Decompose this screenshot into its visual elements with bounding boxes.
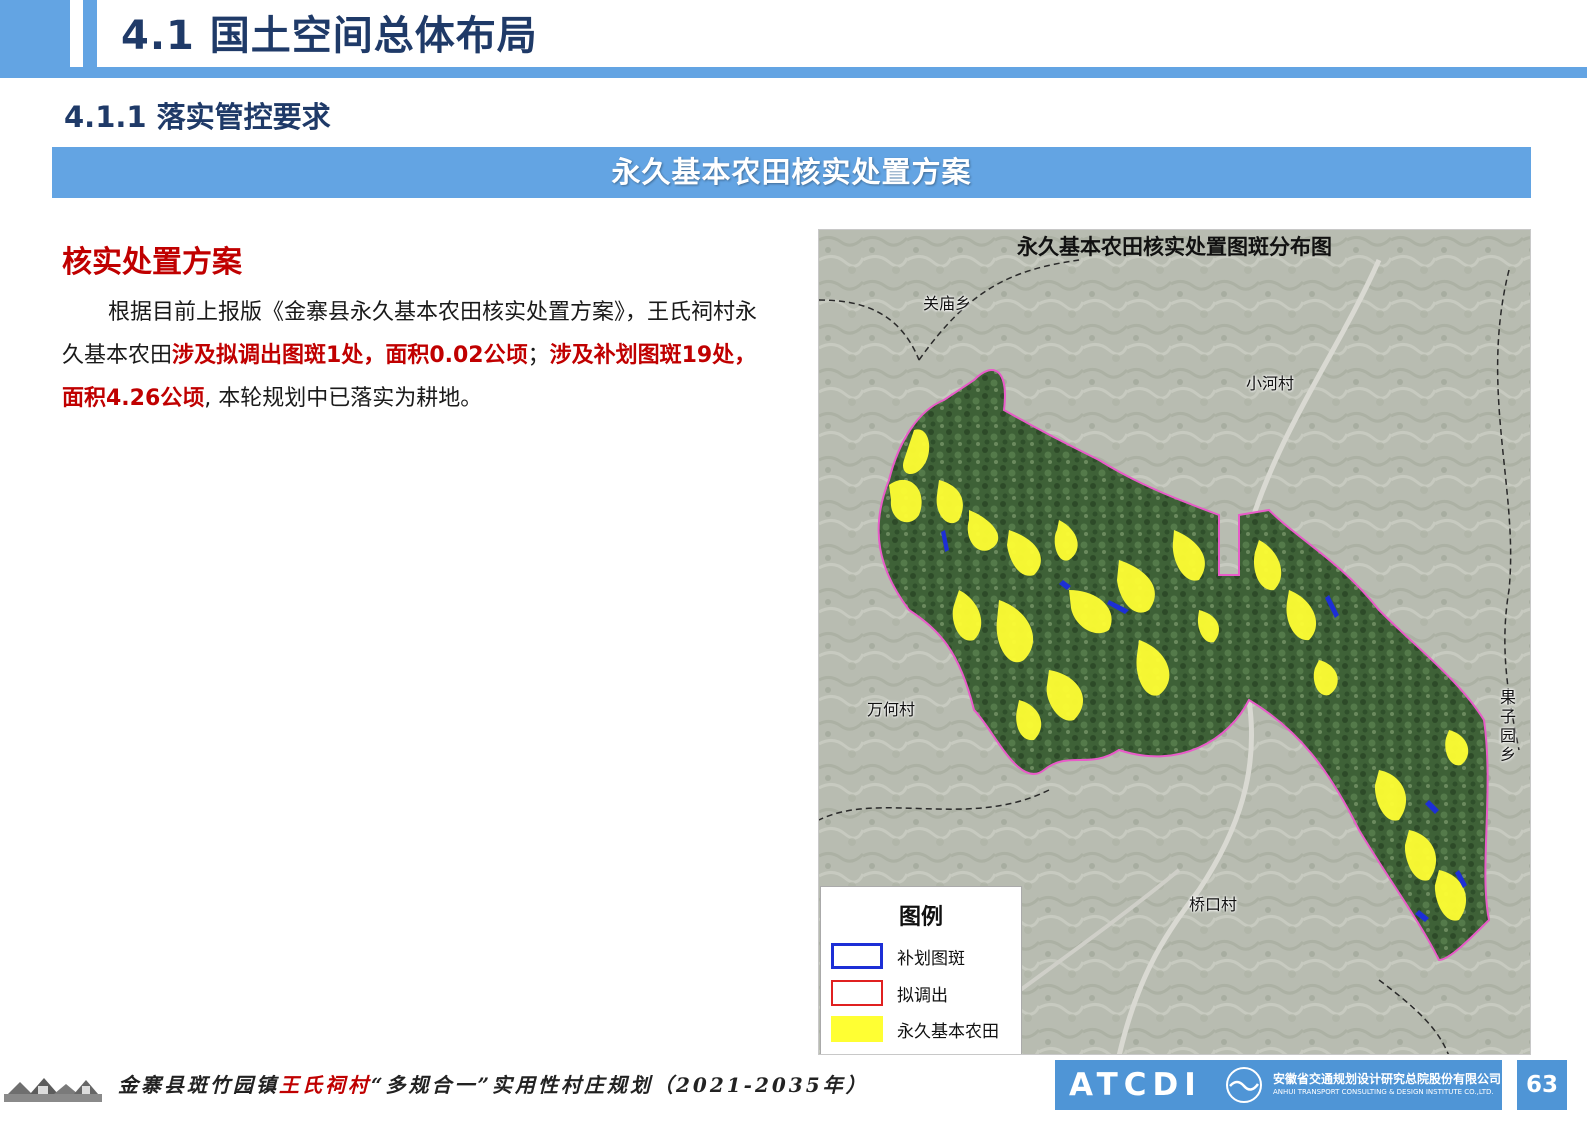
legend-title: 图例: [898, 904, 943, 930]
legend-swatch-blue: [831, 943, 883, 969]
legend-item-removal: 拟调出: [831, 980, 1017, 1010]
section-subtitle: 4.1.1 落实管控要求: [64, 100, 331, 134]
legend-swatch-red: [831, 980, 883, 1006]
legend-label: 补划图斑: [897, 949, 965, 969]
map-title: 永久基本农田核实处置图斑分布图: [1017, 235, 1332, 259]
company-name-en: ANHUI TRANSPORT CONSULTING & DESIGN INST…: [1273, 1088, 1494, 1096]
header-rule: [0, 67, 1587, 78]
paragraph-tail: , 本轮规划中已落实为耕地。: [204, 386, 483, 411]
company-wave-icon: [1226, 1067, 1262, 1103]
farmland-distribution-map: 永久基本农田核实处置图斑分布图 关庙乡 小河村 万何村 桥口村 果子园乡 图例 …: [818, 229, 1531, 1055]
header-accent-bar: [83, 0, 97, 68]
paragraph-highlight-removal: 涉及拟调出图斑1处，面积0.02公顷: [172, 343, 528, 368]
company-name-cn: 安徽省交通规划设计研究总院股份有限公司: [1273, 1072, 1502, 1086]
footer-project-title: 金寨县斑竹园镇王氏祠村“多规合一”实用性村庄规划（2021-2035年）: [118, 1069, 869, 1101]
footer-company-bar: ATCDI 安徽省交通规划设计研究总院股份有限公司 ANHUI TRANSPOR…: [1055, 1060, 1502, 1110]
footer-text-town: 金寨县斑竹园镇: [118, 1073, 279, 1097]
place-label-guanmiao: 关庙乡: [923, 294, 972, 313]
section-heading: 核实处置方案: [62, 245, 242, 280]
page-title: 4.1 国土空间总体布局: [121, 13, 538, 59]
legend-item-farmland: 永久基本农田: [831, 1016, 1017, 1046]
map-legend: 图例 补划图斑 拟调出 永久基本农田: [820, 886, 1022, 1054]
footer-text-plan: “多规合一”实用性村庄规划（2021-2035年）: [371, 1073, 869, 1097]
legend-item-supplement: 补划图斑: [831, 943, 1017, 973]
header-accent-block: [0, 0, 70, 68]
body-paragraph: 根据目前上报版《金寨县永久基本农田核实处置方案》，王氏祠村永久基本农田涉及拟调出…: [62, 291, 778, 420]
place-label-guoziyuan: 果子园乡: [1499, 688, 1516, 764]
place-label-wanhe: 万何村: [867, 700, 916, 719]
place-label-xiaohe: 小河村: [1246, 374, 1295, 393]
place-label-qiaokou: 桥口村: [1189, 895, 1238, 914]
topic-banner: 永久基本农田核实处置方案: [52, 147, 1531, 198]
paragraph-separator: ；: [527, 343, 550, 368]
page-number: 63: [1517, 1060, 1567, 1110]
legend-label: 永久基本农田: [897, 1022, 999, 1042]
village-sketch-icon: [4, 1078, 102, 1102]
legend-label: 拟调出: [897, 986, 948, 1006]
legend-swatch-yellow: [831, 1016, 883, 1042]
company-logo-text: ATCDI: [1069, 1067, 1202, 1103]
footer-text-village: 王氏祠村: [279, 1073, 371, 1097]
